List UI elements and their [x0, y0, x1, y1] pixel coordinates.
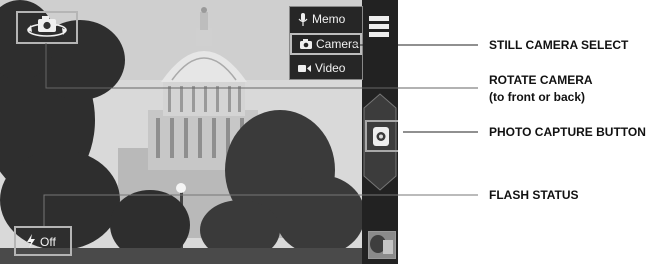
callout-photo-capture-button: PHOTO CAPTURE BUTTON: [489, 125, 646, 139]
callout-still-camera-select: STILL CAMERA SELECT: [489, 38, 629, 52]
callout-rotate-camera-sub: (to front or back): [489, 90, 585, 104]
leader-line-rotate-camera: [45, 43, 478, 89]
callout-flash-status: FLASH STATUS: [489, 188, 579, 202]
leader-line-flash: [43, 194, 478, 226]
callout-rotate-camera: ROTATE CAMERA: [489, 73, 593, 87]
